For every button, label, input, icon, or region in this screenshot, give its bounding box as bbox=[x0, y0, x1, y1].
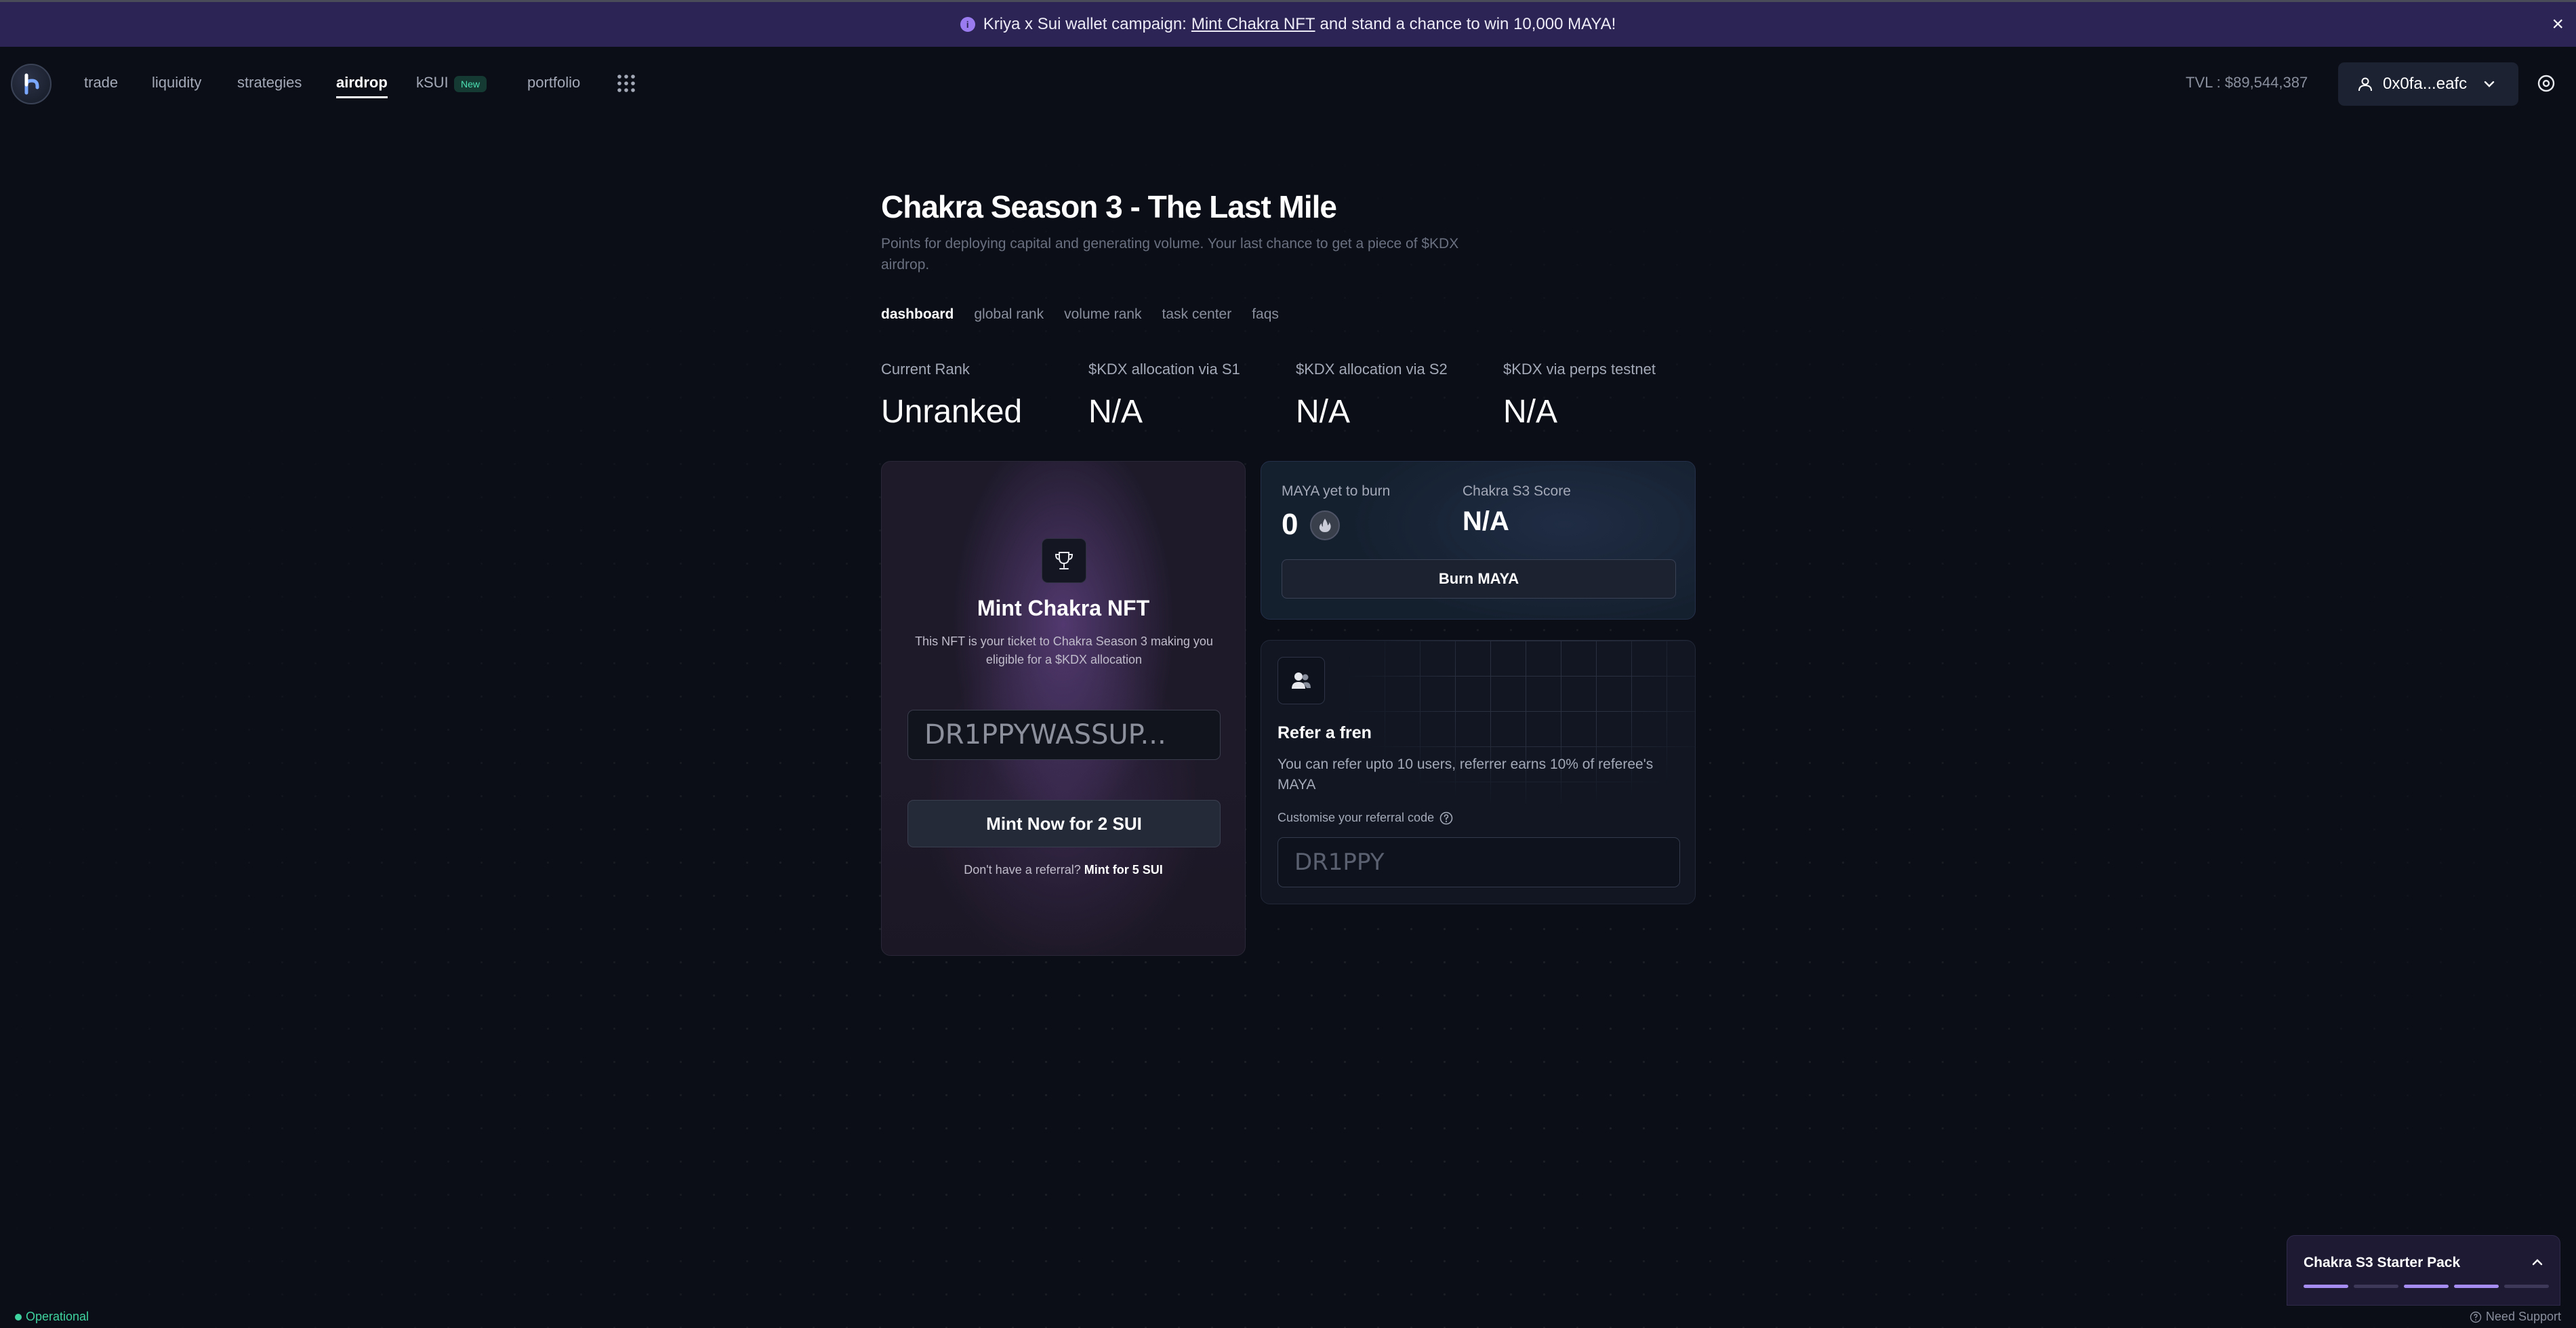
referral-code-input[interactable] bbox=[907, 710, 1221, 760]
nav-portfolio[interactable]: portfolio bbox=[527, 74, 580, 92]
mint-description: This NFT is your ticket to Chakra Season… bbox=[915, 635, 1213, 666]
banner-mint-link[interactable]: Mint Chakra NFT bbox=[1191, 15, 1315, 34]
stat-label: $KDX allocation via S2 bbox=[1296, 361, 1448, 378]
maya-to-burn-value: 0 bbox=[1282, 508, 1299, 541]
user-icon bbox=[2358, 77, 2372, 92]
banner-suffix: and stand a chance to win 10,000 MAYA! bbox=[1320, 15, 1616, 33]
tab-global-rank[interactable]: global rank bbox=[974, 306, 1044, 323]
page-subtitle: Points for deploying capital and generat… bbox=[881, 236, 1459, 273]
wallet-button[interactable]: 0x0fa...eafc bbox=[2338, 62, 2518, 106]
trophy-icon-box bbox=[1042, 538, 1086, 583]
help-icon bbox=[2470, 1311, 2482, 1323]
referral-code-label: Customise your referral code bbox=[1277, 811, 1453, 825]
stat-current-rank: Current Rank Unranked bbox=[881, 361, 1022, 430]
apps-grid-icon[interactable] bbox=[617, 74, 636, 93]
system-status: Operational bbox=[15, 1310, 89, 1324]
starter-pack-widget[interactable]: Chakra S3 Starter Pack bbox=[2287, 1235, 2560, 1306]
stat-kdx-s2: $KDX allocation via S2 N/A bbox=[1296, 361, 1448, 430]
chevron-down-icon bbox=[2484, 81, 2495, 87]
chakra-score-label: Chakra S3 Score bbox=[1463, 483, 1571, 499]
tab-faqs[interactable]: faqs bbox=[1252, 306, 1279, 323]
progress-segment bbox=[2404, 1285, 2449, 1288]
need-support-link[interactable]: Need Support bbox=[2470, 1310, 2561, 1324]
users-icon-box bbox=[1277, 657, 1325, 704]
maya-to-burn-label: MAYA yet to burn bbox=[1282, 483, 1391, 499]
status-dot-icon bbox=[15, 1313, 22, 1321]
refer-title: Refer a fren bbox=[1277, 723, 1372, 742]
tab-task-center[interactable]: task center bbox=[1162, 306, 1231, 323]
refer-card: Refer a fren You can refer upto 10 users… bbox=[1261, 640, 1696, 904]
flame-icon bbox=[1310, 510, 1340, 540]
top-nav: trade liquidity strategies airdrop kSUI … bbox=[0, 47, 2576, 121]
tvl-display: TVL : $89,544,387 bbox=[2186, 74, 2308, 91]
stat-label: $KDX via perps testnet bbox=[1503, 361, 1656, 378]
chevron-up-icon[interactable] bbox=[2530, 1255, 2545, 1270]
mint-footer-text: Don't have a referral? bbox=[964, 863, 1081, 877]
info-icon: i bbox=[960, 17, 975, 32]
stat-value: N/A bbox=[1296, 394, 1351, 430]
progress-segment bbox=[2454, 1285, 2499, 1288]
burn-maya-card: MAYA yet to burn 0 Chakra S3 Score N/A B… bbox=[1261, 461, 1696, 620]
progress-segment bbox=[2354, 1285, 2398, 1288]
airdrop-tabs: dashboard global rank volume rank task c… bbox=[881, 306, 1279, 323]
users-icon bbox=[1292, 672, 1311, 689]
chakra-score-value: N/A bbox=[1463, 506, 1509, 536]
stat-kdx-s1: $KDX allocation via S1 N/A bbox=[1088, 361, 1240, 430]
stat-value: N/A bbox=[1088, 394, 1143, 430]
nav-liquidity[interactable]: liquidity bbox=[152, 74, 201, 92]
starter-pack-title: Chakra S3 Starter Pack bbox=[2304, 1255, 2461, 1270]
stat-value: Unranked bbox=[881, 394, 1023, 430]
trophy-icon bbox=[1055, 552, 1074, 569]
mint-title: Mint Chakra NFT bbox=[977, 596, 1150, 620]
nav-ksui[interactable]: kSUI bbox=[416, 74, 449, 92]
mint-footer: Don't have a referral? Mint for 5 SUI bbox=[882, 863, 1245, 877]
nav-strategies[interactable]: strategies bbox=[237, 74, 302, 92]
tab-dashboard[interactable]: dashboard bbox=[881, 306, 954, 323]
mint-without-referral-link[interactable]: Mint for 5 SUI bbox=[1084, 863, 1163, 877]
close-icon[interactable]: × bbox=[2552, 13, 2564, 36]
page-title: Chakra Season 3 - The Last Mile bbox=[881, 189, 1337, 224]
stat-value: N/A bbox=[1503, 394, 1558, 430]
progress-segment bbox=[2304, 1285, 2348, 1288]
flame-shape bbox=[1319, 519, 1331, 532]
help-icon[interactable] bbox=[1439, 811, 1453, 825]
stat-label: Current Rank bbox=[881, 361, 970, 378]
banner-prefix: Kriya x Sui wallet campaign: bbox=[983, 15, 1187, 33]
new-badge: New bbox=[454, 76, 487, 92]
support-text: Need Support bbox=[2485, 1310, 2561, 1323]
campaign-banner: i Kriya x Sui wallet campaign: Mint Chak… bbox=[0, 0, 2576, 47]
custom-referral-code-input[interactable] bbox=[1277, 837, 1680, 887]
referral-code-label-text: Customise your referral code bbox=[1277, 811, 1435, 824]
starter-pack-progress bbox=[2304, 1285, 2549, 1288]
burn-maya-button[interactable]: Burn MAYA bbox=[1282, 559, 1676, 599]
nav-airdrop[interactable]: airdrop bbox=[336, 74, 388, 98]
stat-label: $KDX allocation via S1 bbox=[1088, 361, 1240, 378]
mint-now-button[interactable]: Mint Now for 2 SUI bbox=[907, 800, 1221, 847]
mint-nft-card: Mint Chakra NFT This NFT is your ticket … bbox=[881, 461, 1246, 956]
status-text: Operational bbox=[26, 1310, 89, 1323]
stat-kdx-perps: $KDX via perps testnet N/A bbox=[1503, 361, 1656, 430]
progress-segment bbox=[2504, 1285, 2549, 1288]
logo-icon bbox=[24, 73, 39, 95]
tab-volume-rank[interactable]: volume rank bbox=[1064, 306, 1141, 323]
refer-description: You can refer upto 10 users, referrer ea… bbox=[1277, 757, 1654, 792]
nav-trade[interactable]: trade bbox=[84, 74, 118, 92]
settings-icon[interactable] bbox=[2536, 73, 2556, 94]
kriya-logo[interactable] bbox=[11, 64, 52, 104]
wallet-address: 0x0fa...eafc bbox=[2383, 75, 2468, 93]
